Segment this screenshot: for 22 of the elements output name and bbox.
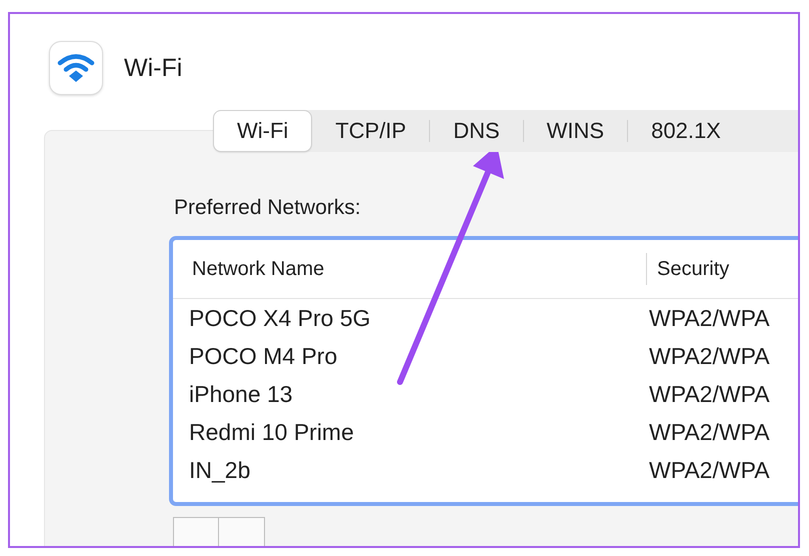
tab[interactable]: TCP/IP [312,111,430,151]
wifi-icon [50,42,102,94]
tab[interactable]: WINS [524,111,628,151]
window-title: Wi-Fi [124,54,182,82]
table-cell-text: WPA2/WPA [649,456,771,484]
table-cell-text: IN_2b [188,456,252,484]
table-cell-text: WPA2/WPA [649,380,771,408]
table-cell-text: WPA2/WPA [649,418,771,446]
tab[interactable]: 802.1X [628,111,744,151]
table-cell-text: POCO M4 Pro [188,342,338,370]
add-button[interactable] [173,517,219,546]
table-cell-text: POCO X4 Pro 5G [188,304,372,332]
table-cell-text: iPhone 13 [188,380,294,408]
column-header[interactable]: Security [646,253,798,285]
table-cell-text: WPA2/WPA [649,342,771,370]
section-label: Preferred Networks: [174,196,361,220]
remove-button[interactable] [219,517,265,546]
table-cell-text: Redmi 10 Prime [188,418,355,446]
tab[interactable]: DNS [430,111,523,151]
table-cell-text: WPA2/WPA [649,304,771,332]
tab[interactable]: Wi-Fi [214,111,312,151]
column-header[interactable]: Network Name [173,258,646,280]
